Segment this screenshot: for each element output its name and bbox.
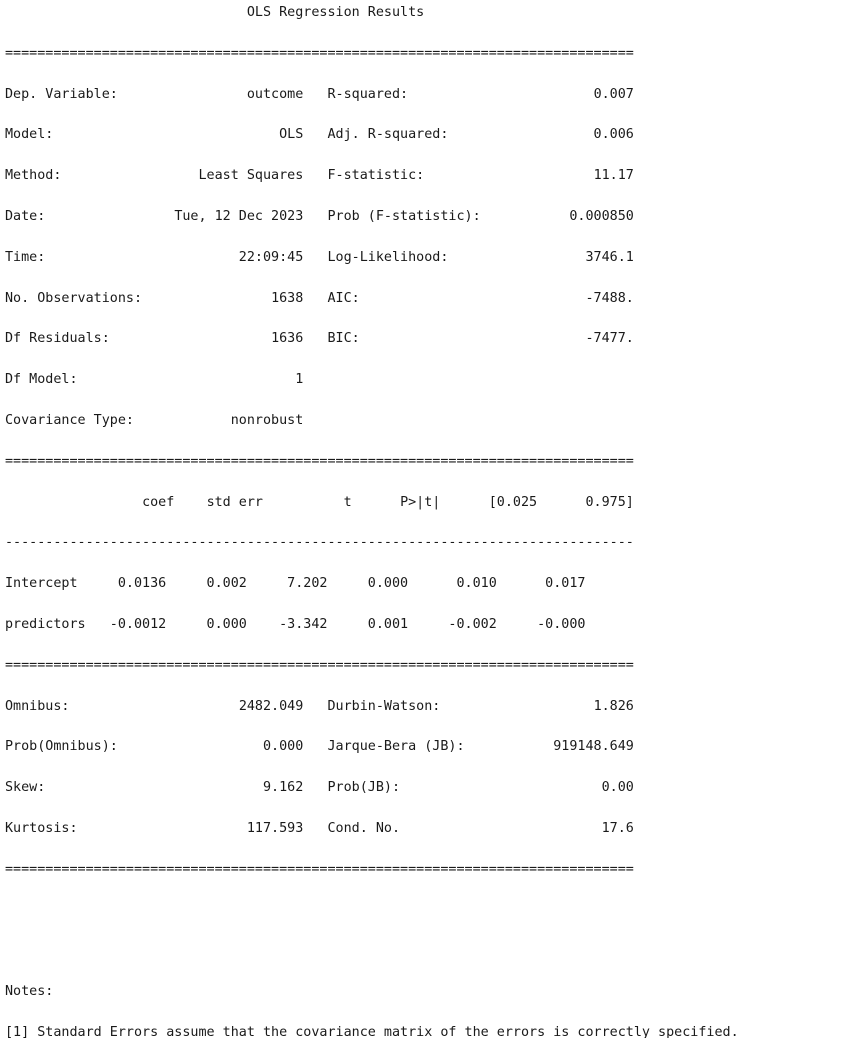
summary-row: No. Observations: 1638 AIC: -7488.: [5, 289, 739, 309]
diag-row: Skew: 9.162 Prob(JB): 0.00: [5, 778, 739, 798]
summary-right-value: 3746.1: [585, 249, 634, 265]
diag-right-label: Prob(JB):: [327, 780, 401, 796]
title-pad: [5, 5, 247, 20]
summary-left-label: Model:: [5, 127, 54, 143]
double-separator: ========================================…: [5, 453, 634, 469]
summary-row: Method: Least Squares F-statistic: 11.17: [5, 166, 739, 186]
notes-heading: Notes:: [5, 984, 54, 1000]
summary-left-label: Df Residuals:: [5, 331, 110, 347]
summary-right-value: 0.007: [593, 86, 634, 102]
ols-results-text: OLS Regression Results =================…: [5, 3, 739, 1038]
diag-left-label: Kurtosis:: [5, 820, 78, 836]
summary-row: Date: Tue, 12 Dec 2023 Prob (F-statistic…: [5, 207, 739, 227]
diag-right-value: 0.00: [601, 780, 634, 796]
diag-left-value: 2482.049: [238, 698, 304, 714]
diag-left-value: 117.593: [246, 820, 304, 836]
coef-row: Intercept 0.0136 0.002 7.202 0.000 0.010…: [5, 574, 739, 594]
summary-left-value: 22:09:45: [238, 249, 304, 265]
summary-row: Dep. Variable: outcome R-squared: 0.007: [5, 85, 739, 105]
diag-left-label: Omnibus:: [5, 698, 70, 714]
summary-row: Covariance Type: nonrobust: [5, 411, 739, 431]
summary-right-label: R-squared:: [327, 86, 409, 102]
summary-left-value: 1638: [271, 290, 304, 306]
coef-row-value: 0.000: [327, 576, 409, 592]
diag-right-label: Durbin-Watson:: [327, 698, 441, 714]
coef-row-value: 0.000: [166, 616, 247, 632]
summary-right-label: Prob (F-statistic):: [327, 208, 481, 224]
coef-row-value: -0.000: [496, 616, 586, 632]
summary-left-value: 1636: [271, 331, 304, 347]
summary-left-label: Dep. Variable:: [5, 86, 118, 102]
diag-right-value: 17.6: [601, 820, 634, 836]
summary-left-value: OLS: [279, 127, 304, 143]
double-separator: ========================================…: [5, 657, 634, 673]
summary-right-label: AIC:: [327, 290, 360, 306]
coef-row-value: 7.202: [246, 576, 328, 592]
ci-upper-header: 0.975]: [585, 494, 634, 510]
coef-row-name: predictors: [5, 616, 86, 632]
summary-left-label: Df Model:: [5, 372, 78, 388]
coef-header-row: coef std err t P>|t| [0.025 0.975]: [5, 493, 739, 513]
summary-left-value: nonrobust: [230, 412, 304, 428]
coef-row-value: 0.001: [327, 616, 409, 632]
ci-lower-header: [0.025: [488, 494, 538, 510]
notes-item: [1] Standard Errors assume that the cova…: [5, 1024, 739, 1038]
coef-row-value: -0.002: [408, 616, 497, 632]
summary-right-value: -7488.: [585, 290, 634, 306]
diag-left-value: 9.162: [262, 780, 304, 796]
single-separator: ----------------------------------------…: [5, 535, 634, 551]
pvalue-header: P>|t|: [400, 494, 441, 510]
coef-row-value: -0.0012: [85, 616, 167, 632]
summary-row: Time: 22:09:45 Log-Likelihood: 3746.1: [5, 248, 739, 268]
summary-right-value: 0.006: [593, 127, 634, 143]
summary-row: Model: OLS Adj. R-squared: 0.006: [5, 125, 739, 145]
coef-row-value: -3.342: [246, 616, 328, 632]
diag-left-label: Skew:: [5, 780, 46, 796]
summary-left-label: Method:: [5, 168, 62, 184]
summary-right-label: Log-Likelihood:: [327, 249, 449, 265]
summary-left-label: Covariance Type:: [5, 412, 134, 428]
summary-row: Df Model: 1: [5, 370, 739, 390]
coef-row-value: 0.017: [496, 576, 586, 592]
summary-left-value: Least Squares: [198, 168, 304, 184]
diag-right-value: 1.826: [593, 698, 634, 714]
summary-left-pad: [118, 87, 247, 102]
summary-right-label: BIC:: [327, 331, 360, 347]
summary-right-value: -7477.: [585, 331, 634, 347]
diag-left-label: Prob(Omnibus):: [5, 739, 118, 755]
summary-left-value: 1: [295, 372, 304, 388]
summary-left-label: No. Observations:: [5, 290, 143, 306]
coef-row-value: 0.010: [408, 576, 497, 592]
summary-right-value: 11.17: [593, 168, 634, 184]
diag-left-value: 0.000: [263, 739, 304, 755]
diag-row: Prob(Omnibus): 0.000 Jarque-Bera (JB): 9…: [5, 737, 739, 757]
summary-left-label: Date:: [5, 208, 46, 224]
coef-row-value: 0.002: [166, 576, 247, 592]
summary-right-label: F-statistic:: [327, 168, 425, 184]
diag-right-value: 919148.649: [553, 739, 634, 755]
summary-left-value: Tue, 12 Dec 2023: [174, 208, 304, 224]
summary-right-value: 0.000850: [569, 208, 634, 224]
summary-left-label: Time:: [5, 249, 46, 265]
double-separator: ========================================…: [5, 45, 634, 61]
diag-right-label: Cond. No.: [327, 820, 401, 836]
coef-row-name: Intercept: [5, 576, 86, 592]
diag-row: Omnibus: 2482.049 Durbin-Watson: 1.826: [5, 697, 739, 717]
summary-right-label: Adj. R-squared:: [327, 127, 449, 143]
summary-row: Df Residuals: 1636 BIC: -7477.: [5, 329, 739, 349]
t-header: t: [343, 494, 352, 510]
coef-header: coef: [142, 494, 175, 510]
results-title: OLS Regression Results: [246, 5, 425, 20]
diag-right-label: Jarque-Bera (JB):: [327, 739, 465, 755]
diag-row: Kurtosis: 117.593 Cond. No. 17.6: [5, 819, 739, 839]
double-separator: ========================================…: [5, 861, 634, 877]
stderr-header: std err: [206, 494, 263, 510]
summary-left-value: outcome: [246, 86, 304, 102]
coef-row: predictors -0.0012 0.000 -3.342 0.001 -0…: [5, 615, 739, 635]
coef-row-value: 0.0136: [85, 576, 167, 592]
